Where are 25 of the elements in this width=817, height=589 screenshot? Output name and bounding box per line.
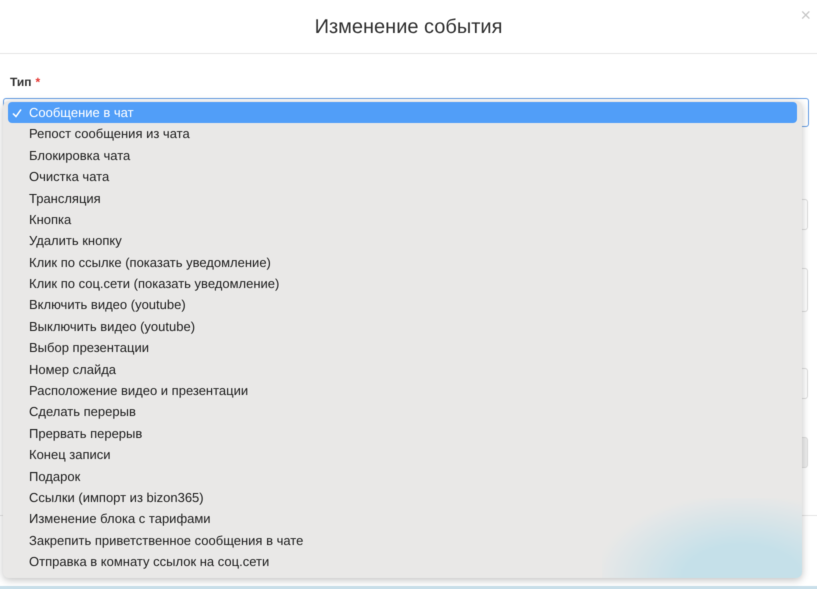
dropdown-option[interactable]: Конец записи <box>8 444 797 466</box>
dropdown-option[interactable]: Репост сообщения из чата <box>8 123 797 145</box>
dropdown-option[interactable]: Выбор презентации <box>8 337 797 359</box>
dropdown-option[interactable]: Клик по ссылке (показать уведомление) <box>8 252 797 274</box>
dropdown-option[interactable]: Сделать перерыв <box>8 401 797 423</box>
dropdown-option[interactable]: Блокировка чата <box>8 144 797 166</box>
dropdown-option[interactable]: Расположение видео и презентации <box>8 380 797 402</box>
dropdown-option[interactable]: Подарок <box>8 466 797 488</box>
dropdown-option[interactable]: Включить видео (youtube) <box>8 294 797 316</box>
dialog-title: Изменение события <box>314 14 502 40</box>
dropdown-option[interactable]: Удалить кнопку <box>8 230 797 252</box>
dropdown-option[interactable]: Изменение блока с тарифами <box>8 508 797 530</box>
field-label: Тип <box>10 74 32 91</box>
required-mark: * <box>36 74 40 91</box>
dropdown-option[interactable]: Кнопка <box>8 208 797 230</box>
dropdown-option[interactable]: Трансляция <box>8 188 797 209</box>
dropdown-option[interactable]: Отправка в комнату ссылок на соц.сети <box>8 551 797 573</box>
dropdown-option[interactable]: Клик по соц.сети (показать уведомление) <box>8 273 797 295</box>
dropdown-option[interactable]: Очистка чата <box>8 166 797 188</box>
dropdown-option[interactable]: Закрепить приветственное сообщения в чате <box>8 530 797 552</box>
dropdown-option[interactable]: Прервать перерыв <box>8 422 797 444</box>
dropdown-option[interactable]: Выключить видео (youtube) <box>8 316 797 338</box>
dropdown-option[interactable]: Номер слайда <box>8 358 797 380</box>
checkmark-icon <box>12 108 22 118</box>
dropdown-option[interactable]: Ссылки (импорт из bizon365) <box>8 487 797 508</box>
